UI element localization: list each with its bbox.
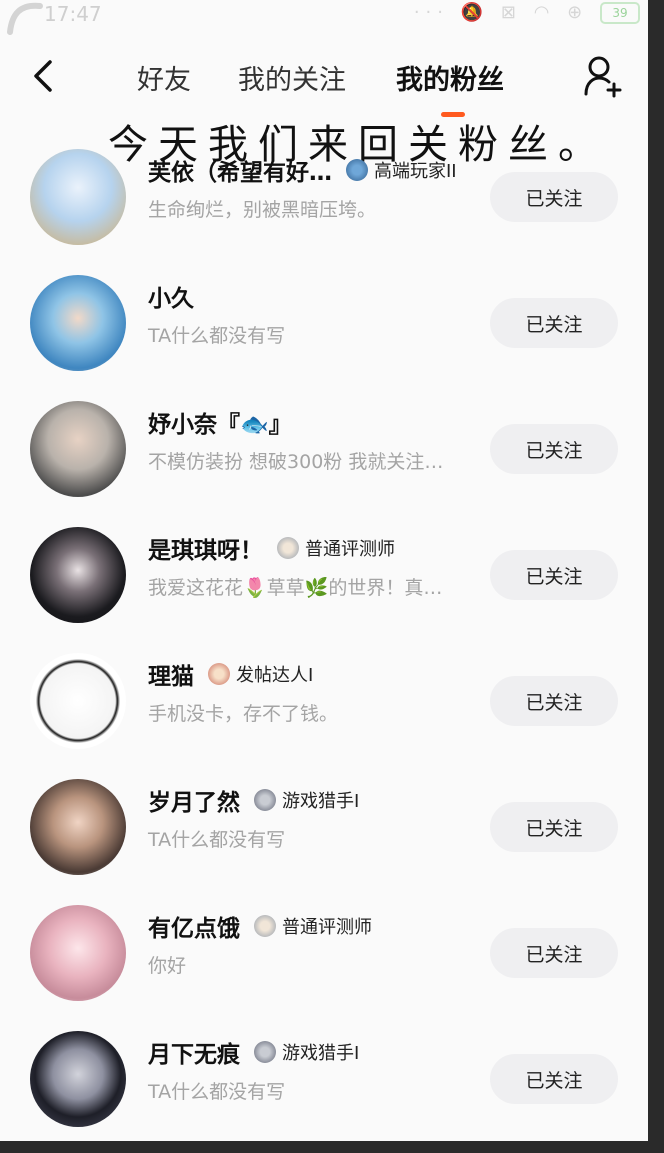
name-line: 岁月了然 游戏猎手I	[148, 783, 359, 817]
avatar[interactable]	[30, 779, 126, 875]
name-line: 有亿点饿 普通评测师	[148, 909, 372, 943]
user-bio: 我爱这花花🌷草草🌿的世界！真…	[148, 577, 443, 599]
avatar[interactable]	[30, 905, 126, 1001]
name-line: 理猫 发帖达人I	[148, 657, 313, 691]
badge-icon	[277, 537, 299, 559]
user-bio: TA什么都没有写	[148, 829, 286, 851]
badge-text: 高端玩家II	[374, 161, 457, 182]
user-bio: 手机没卡，存不了钱。	[148, 703, 339, 725]
tab-fans[interactable]: 我的粉丝	[396, 58, 504, 97]
badge-text: 游戏猎手I	[282, 791, 360, 812]
user-bio: TA什么都没有写	[148, 325, 286, 347]
header: 好友 我的关注 我的粉丝	[0, 44, 648, 114]
user-bio: 不模仿装扮 想破300粉 我就关注…	[148, 451, 444, 473]
followed-button[interactable]: 已关注	[490, 550, 618, 600]
badge-text: 普通评测师	[282, 917, 372, 938]
user-name: 芙依（希望有好…	[148, 160, 332, 186]
followed-button[interactable]: 已关注	[490, 802, 618, 852]
badge-text: 游戏猎手I	[282, 1043, 360, 1064]
followed-button[interactable]: 已关注	[490, 676, 618, 726]
user-bio: TA什么都没有写	[148, 1081, 286, 1103]
followed-button[interactable]: 已关注	[490, 424, 618, 474]
name-line: 妤小奈『🐟』	[148, 405, 292, 439]
list-item[interactable]: 小久 TA什么都没有写 已关注	[0, 271, 648, 397]
list-item[interactable]: 理猫 发帖达人I 手机没卡，存不了钱。 已关注	[0, 649, 648, 775]
avatar[interactable]	[30, 1031, 126, 1127]
name-line: 小久	[148, 279, 194, 313]
list-item[interactable]: 有亿点饿 普通评测师 你好 已关注	[0, 901, 648, 1027]
list-item[interactable]: 芙依（希望有好… 高端玩家II 生命绚烂，别被黑暗压垮。 已关注	[0, 145, 648, 271]
badge-icon	[208, 663, 230, 685]
followed-button[interactable]: 已关注	[490, 1054, 618, 1104]
list-item[interactable]: 月下无痕 游戏猎手I TA什么都没有写 已关注	[0, 1027, 648, 1141]
user-name: 岁月了然	[148, 790, 240, 816]
status-time: 17:47	[44, 2, 102, 26]
tab-following[interactable]: 我的关注	[238, 58, 346, 97]
user-bio: 你好	[148, 955, 187, 977]
badge-icon	[254, 915, 276, 937]
list-item[interactable]: 妤小奈『🐟』 不模仿装扮 想破300粉 我就关注… 已关注	[0, 397, 648, 523]
user-bio: 生命绚烂，别被黑暗压垮。	[148, 199, 377, 221]
swirl-icon	[7, 2, 43, 35]
user-name: 小久	[148, 286, 194, 312]
user-name: 是琪琪呀！	[148, 538, 263, 564]
status-bar: 17:47 ··· 🔕 ⊠ ◠ ⊕ 39	[0, 0, 648, 35]
battery-icon: 39	[600, 2, 640, 24]
status-icons: ··· 🔕 ⊠ ◠ ⊕ 39	[414, 2, 640, 24]
user-name: 月下无痕	[148, 1042, 240, 1068]
avatar[interactable]	[30, 401, 126, 497]
badge-icon	[346, 159, 368, 181]
avatar[interactable]	[30, 653, 126, 749]
badge-text: 普通评测师	[305, 539, 395, 560]
followed-button[interactable]: 已关注	[490, 298, 618, 348]
name-line: 芙依（希望有好… 高端玩家II	[148, 153, 457, 187]
signal-dots-icon: ···	[413, 2, 449, 23]
wifi-icon: ◠	[533, 2, 556, 23]
location-icon: ⊕	[567, 2, 589, 23]
name-line: 是琪琪呀！ 普通评测师	[148, 531, 395, 565]
avatar[interactable]	[30, 527, 126, 623]
add-user-icon[interactable]	[582, 54, 626, 98]
followed-button[interactable]: 已关注	[490, 928, 618, 978]
badge-icon	[254, 1041, 276, 1063]
mute-icon: 🔕	[460, 2, 490, 23]
sim-icon: ⊠	[500, 2, 522, 23]
list-item[interactable]: 岁月了然 游戏猎手I TA什么都没有写 已关注	[0, 775, 648, 901]
avatar[interactable]	[30, 275, 126, 371]
user-name: 理猫	[148, 664, 194, 690]
name-line: 月下无痕 游戏猎手I	[148, 1035, 359, 1069]
avatar[interactable]	[30, 149, 126, 245]
user-name: 妤小奈『🐟』	[148, 412, 292, 438]
followed-button[interactable]: 已关注	[490, 172, 618, 222]
badge-text: 发帖达人I	[236, 665, 314, 686]
back-arrow-icon[interactable]	[28, 56, 62, 96]
tab-friends[interactable]: 好友	[137, 58, 191, 97]
list-item[interactable]: 是琪琪呀！ 普通评测师 我爱这花花🌷草草🌿的世界！真… 已关注	[0, 523, 648, 649]
user-name: 有亿点饿	[148, 916, 240, 942]
badge-icon	[254, 789, 276, 811]
app-screen: 17:47 ··· 🔕 ⊠ ◠ ⊕ 39 好友 我的关注 我的粉丝 今天我们来回…	[0, 0, 648, 1141]
